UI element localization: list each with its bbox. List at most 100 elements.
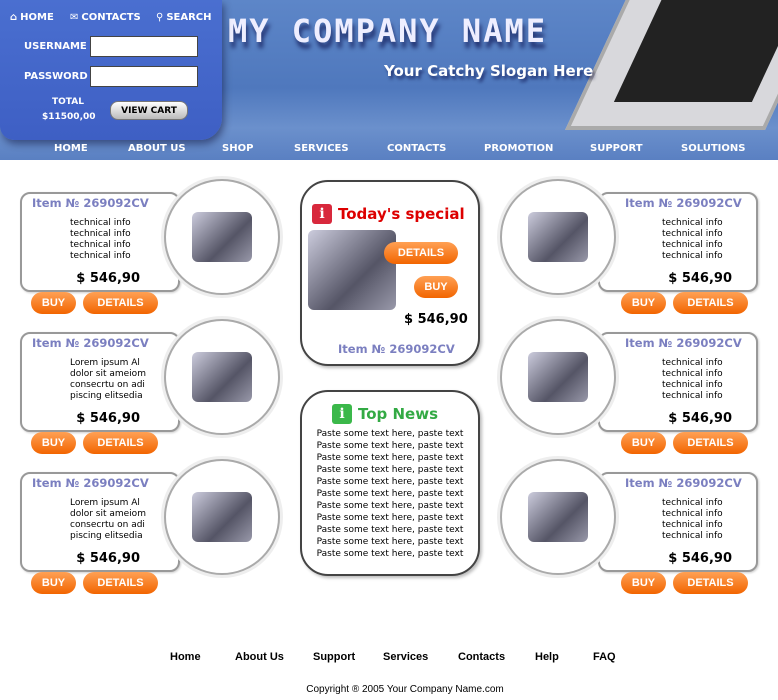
product-image-frame: [500, 459, 616, 575]
todays-special-box: i Today's special DETAILS BUY $ 546,90 I…: [300, 180, 480, 366]
product-image: [192, 492, 252, 542]
description-line: dolor sit ameiom: [70, 509, 146, 519]
item-number: Item № 269092CV: [32, 476, 149, 490]
nav-item[interactable]: SERVICES: [294, 143, 349, 154]
news-line: Paste some text here, paste text: [316, 441, 464, 451]
product-card: Item № 269092CV technical info technical …: [598, 472, 758, 572]
nav-item[interactable]: SOLUTIONS: [681, 143, 745, 154]
description-line: technical info: [70, 229, 131, 239]
product-image-frame: [500, 179, 616, 295]
buy-button[interactable]: BUY: [31, 432, 76, 454]
slogan: Your Catchy Slogan Here: [384, 62, 594, 80]
product-price: $ 546,90: [76, 411, 140, 426]
top-link-search[interactable]: ⚲ SEARCH: [156, 12, 212, 23]
description-line: technical info: [662, 229, 723, 239]
top-link-contacts[interactable]: ✉ CONTACTS: [70, 12, 141, 23]
product-card: Item № 269092CV technical info technical …: [20, 192, 180, 292]
special-buy-button[interactable]: BUY: [414, 276, 458, 298]
envelope-icon: ✉: [70, 12, 79, 23]
product-description: Lorem ipsum Al dolor sit ameiom consecrtu …: [70, 498, 146, 542]
product-image: [528, 492, 588, 542]
footer-link[interactable]: About Us: [235, 651, 284, 663]
company-logo: MY COMPANY NAME: [228, 12, 547, 50]
news-line: Paste some text here, paste text: [316, 465, 464, 475]
product-image-frame: [164, 459, 280, 575]
info-icon: i: [312, 204, 332, 224]
nav-item[interactable]: SUPPORT: [590, 143, 643, 154]
product-description: technical info technical info technical in…: [70, 218, 131, 262]
footer-link[interactable]: Services: [383, 651, 428, 663]
special-title: Today's special: [338, 205, 465, 223]
product-card: Item № 269092CV technical info technical …: [598, 192, 758, 292]
product-card: Item № 269092CV technical info technical …: [598, 332, 758, 432]
product-image: [192, 212, 252, 262]
top-link-label: CONTACTS: [81, 12, 141, 23]
top-link-home[interactable]: ⌂ HOME: [10, 12, 54, 23]
total-label: TOTAL: [52, 97, 84, 107]
special-item-number: Item № 269092CV: [338, 342, 455, 356]
view-cart-button[interactable]: VIEW CART: [110, 101, 188, 120]
header-banner: MY COMPANY NAME Your Catchy Slogan Here …: [0, 0, 778, 160]
news-line: Paste some text here, paste text: [316, 513, 464, 523]
password-input[interactable]: [90, 66, 198, 87]
nav-item[interactable]: SHOP: [222, 143, 253, 154]
details-button[interactable]: DETAILS: [83, 572, 158, 594]
item-number: Item № 269092CV: [625, 476, 742, 490]
product-description: Lorem ipsum Al dolor sit ameiom consecrtu …: [70, 358, 146, 402]
top-link-label: HOME: [20, 12, 54, 23]
username-input[interactable]: [90, 36, 198, 57]
footer-link[interactable]: Support: [313, 651, 355, 663]
details-button[interactable]: DETAILS: [673, 292, 748, 314]
footer-link[interactable]: Help: [535, 651, 559, 663]
buy-button[interactable]: BUY: [31, 572, 76, 594]
item-number: Item № 269092CV: [625, 336, 742, 350]
details-button[interactable]: DETAILS: [673, 572, 748, 594]
buy-button[interactable]: BUY: [31, 292, 76, 314]
footer-link[interactable]: Contacts: [458, 651, 505, 663]
buy-button[interactable]: BUY: [621, 292, 666, 314]
description-line: piscing elitsedia: [70, 531, 143, 541]
description-line: technical info: [662, 240, 723, 250]
product-card: Item № 269092CV Lorem ipsum Al dolor sit …: [20, 472, 180, 572]
footer-link[interactable]: FAQ: [593, 651, 616, 663]
product-description: technical info technical info technical in…: [662, 498, 723, 542]
special-details-button[interactable]: DETAILS: [384, 242, 458, 264]
nav-item[interactable]: HOME: [54, 143, 88, 154]
product-image-frame: [164, 179, 280, 295]
description-line: technical info: [70, 251, 131, 261]
product-image: [528, 352, 588, 402]
news-line: Paste some text here, paste text: [316, 453, 464, 463]
total-value: $11500,00: [42, 112, 96, 122]
news-line: Paste some text here, paste text: [316, 549, 464, 559]
description-line: technical info: [662, 531, 723, 541]
nav-item[interactable]: ABOUT US: [128, 143, 186, 154]
product-description: technical info technical info technical in…: [662, 218, 723, 262]
description-line: technical info: [70, 218, 131, 228]
nav-item[interactable]: CONTACTS: [387, 143, 446, 154]
details-button[interactable]: DETAILS: [83, 432, 158, 454]
description-line: dolor sit ameiom: [70, 369, 146, 379]
login-panel: ⌂ HOME ✉ CONTACTS ⚲ SEARCH USERNAME PASSWOR…: [0, 0, 222, 140]
details-button[interactable]: DETAILS: [83, 292, 158, 314]
password-label: PASSWORD: [24, 71, 88, 82]
description-line: technical info: [662, 380, 723, 390]
nav-item[interactable]: PROMOTION: [484, 143, 553, 154]
description-line: technical info: [662, 520, 723, 530]
buy-button[interactable]: BUY: [621, 572, 666, 594]
product-image: [192, 352, 252, 402]
footer-link[interactable]: Home: [170, 651, 201, 663]
description-line: Lorem ipsum Al: [70, 358, 140, 368]
news-line: Paste some text here, paste text: [316, 429, 464, 439]
home-icon: ⌂: [10, 12, 18, 23]
description-line: technical info: [662, 358, 723, 368]
news-title: Top News: [358, 405, 439, 423]
description-line: consecrtu on adi: [70, 380, 145, 390]
search-icon: ⚲: [156, 12, 164, 23]
copyright: Copyright ® 2005 Your Company Name.com: [306, 684, 504, 695]
news-line: Paste some text here, paste text: [316, 537, 464, 547]
description-line: consecrtu on adi: [70, 520, 145, 530]
details-button[interactable]: DETAILS: [673, 432, 748, 454]
product-card: Item № 269092CV Lorem ipsum Al dolor sit …: [20, 332, 180, 432]
product-image-frame: [164, 319, 280, 435]
buy-button[interactable]: BUY: [621, 432, 666, 454]
